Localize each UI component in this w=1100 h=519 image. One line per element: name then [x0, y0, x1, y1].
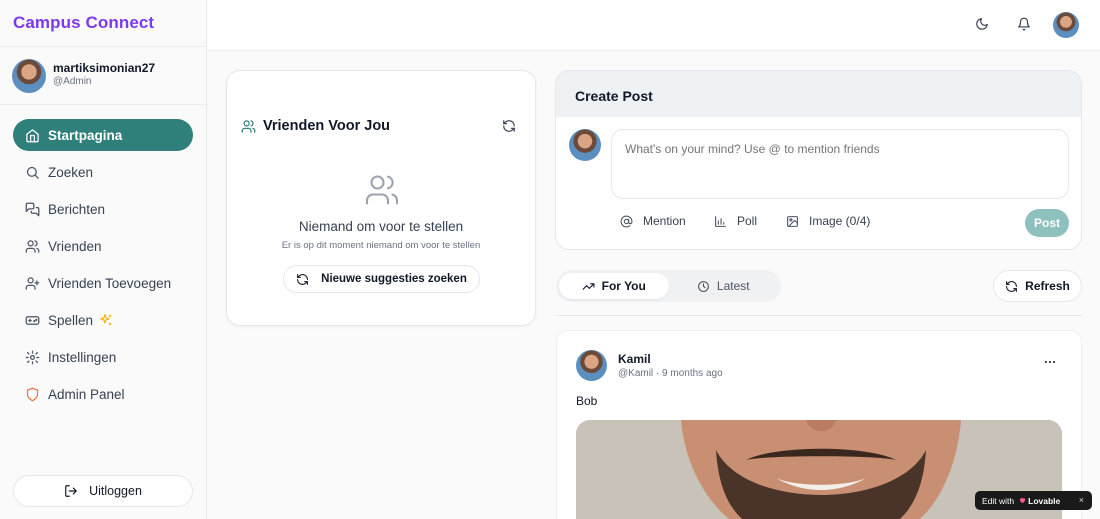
sidebar-item-label: Vrienden: [48, 238, 102, 254]
sidebar-item-vrienden[interactable]: Vrienden: [13, 230, 193, 262]
tab-label: For You: [601, 279, 646, 293]
find-suggestions-label: Nieuwe suggesties zoeken: [321, 273, 467, 285]
sidebar-item-label: Berichten: [48, 201, 106, 217]
edit-with-lovable-badge[interactable]: Edit with Lovable ×: [975, 491, 1092, 510]
sidebar-item-admin-panel[interactable]: Admin Panel: [13, 378, 193, 410]
bar-chart-icon: [715, 215, 726, 227]
users-icon: [25, 239, 40, 253]
post-button[interactable]: Post: [1025, 209, 1069, 237]
sidebar-nav: Startpagina Zoeken Berichten Vrienden Vr…: [0, 105, 206, 410]
sidebar-item-berichten[interactable]: Berichten: [13, 193, 193, 225]
user-plus-icon: [25, 276, 40, 290]
avatar[interactable]: [576, 350, 607, 381]
avatar: [569, 129, 601, 161]
app-title[interactable]: Campus Connect: [0, 0, 206, 47]
refresh-icon: [297, 273, 309, 285]
sidebar-item-label: Startpagina: [48, 127, 123, 143]
username: martiksimonian27: [53, 60, 156, 75]
sidebar-item-label: Instellingen: [48, 349, 117, 365]
sidebar-item-spellen[interactable]: Spellen: [13, 304, 193, 336]
image-button[interactable]: Image (0/4): [786, 214, 870, 228]
sidebar-item-label: Admin Panel: [48, 386, 125, 402]
sidebar-item-zoeken[interactable]: Zoeken: [13, 156, 193, 188]
post-input[interactable]: [611, 129, 1069, 199]
messages-icon: [25, 202, 40, 216]
heart-icon: [1020, 498, 1026, 504]
refresh-label: Refresh: [1025, 279, 1070, 293]
post-author[interactable]: Kamil: [618, 352, 651, 366]
badge-brand: Lovable: [1028, 495, 1061, 506]
avatar: [12, 58, 46, 93]
more-options-icon[interactable]: [1043, 355, 1057, 369]
refresh-icon[interactable]: [502, 119, 516, 133]
mention-button[interactable]: Mention: [620, 214, 686, 228]
user-handle: @Admin: [53, 75, 92, 87]
moon-icon[interactable]: [975, 17, 989, 31]
user-profile[interactable]: martiksimonian27 @Admin: [0, 47, 206, 105]
home-icon: [26, 128, 39, 142]
logout-icon: [65, 485, 77, 497]
users-icon: [365, 175, 399, 205]
at-sign-icon: [620, 215, 633, 227]
sidebar: Campus Connect martiksimonian27 @Admin S…: [0, 0, 207, 519]
poll-button[interactable]: Poll: [714, 214, 757, 228]
trending-up-icon: [582, 282, 595, 290]
tab-latest[interactable]: Latest: [669, 273, 779, 299]
friend-suggestions-header: Vrienden Voor Jou: [241, 118, 390, 134]
friend-suggestions-title: Vrienden Voor Jou: [263, 118, 391, 134]
badge-prefix: Edit with: [982, 495, 1015, 506]
empty-state-title: Niemand om voor te stellen: [298, 219, 464, 234]
gamepad-icon: [25, 315, 40, 325]
post-meta: @Kamil · 9 months ago: [618, 368, 723, 379]
create-post-card: Create Post Mention Poll Image (0/4) Pos…: [555, 70, 1082, 250]
sidebar-item-instellingen[interactable]: Instellingen: [13, 341, 193, 373]
users-icon: [241, 119, 256, 133]
refresh-button[interactable]: Refresh: [993, 270, 1082, 302]
refresh-icon: [1006, 280, 1018, 292]
bell-icon[interactable]: [1017, 17, 1031, 31]
feed-tabs: For You Latest: [556, 270, 781, 302]
sidebar-item-label: Spellen: [48, 312, 94, 328]
clock-icon: [697, 280, 709, 292]
empty-state-subtitle: Er is op dit moment niemand om voor te s…: [281, 240, 481, 251]
sidebar-item-startpagina[interactable]: Startpagina: [13, 119, 193, 151]
search-icon: [26, 166, 39, 179]
sidebar-item-label: Vrienden Toevoegen: [48, 275, 172, 291]
gear-icon: [25, 350, 40, 364]
sidebar-item-label: Zoeken: [48, 164, 94, 180]
poll-label: Poll: [737, 214, 758, 228]
top-bar: [207, 0, 1100, 51]
logout-label: Uitloggen: [89, 484, 142, 498]
sparkles-icon: [100, 314, 112, 326]
find-suggestions-button[interactable]: Nieuwe suggesties zoeken: [283, 265, 480, 293]
create-post-title: Create Post: [556, 71, 1081, 117]
tab-label: Latest: [716, 279, 750, 293]
friend-suggestions-card: Vrienden Voor Jou Niemand om voor te ste…: [226, 70, 536, 326]
logout-button[interactable]: Uitloggen: [13, 475, 193, 507]
divider: [556, 315, 1082, 316]
shield-icon: [26, 387, 39, 401]
image-icon: [787, 215, 798, 227]
post-body: Bob: [576, 394, 598, 408]
avatar[interactable]: [1053, 12, 1079, 38]
tab-for-you[interactable]: For You: [559, 273, 669, 299]
image-label: Image (0/4): [809, 214, 871, 228]
close-icon[interactable]: ×: [1079, 495, 1084, 505]
sidebar-item-vrienden-toevoegen[interactable]: Vrienden Toevoegen: [13, 267, 193, 299]
mention-label: Mention: [643, 214, 686, 228]
